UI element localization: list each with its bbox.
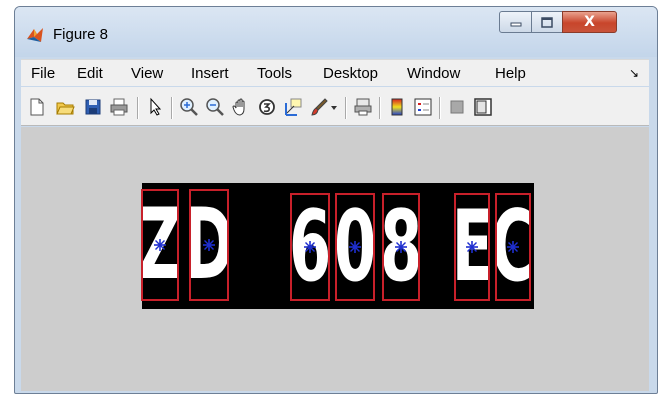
colorbar-icon[interactable] (387, 97, 407, 117)
figure-toolbar (21, 87, 649, 126)
title-bar[interactable]: Figure 8 X (15, 7, 657, 57)
menu-tools[interactable]: Tools (257, 65, 292, 82)
menu-overflow-icon[interactable]: ↘ (629, 66, 639, 80)
open-file-icon[interactable] (55, 97, 75, 117)
toolbar-separator (345, 97, 347, 119)
centroid-marker-icon (466, 241, 478, 253)
save-icon[interactable] (83, 97, 103, 117)
centroid-marker-icon (507, 241, 519, 253)
brush-icon[interactable] (309, 97, 329, 117)
centroid-marker-icon (395, 241, 407, 253)
license-plate-image: Z D 6 0 8 E C (141, 183, 534, 309)
menu-window[interactable]: Window (407, 65, 460, 82)
matlab-icon (27, 28, 43, 42)
window-title: Figure 8 (53, 26, 109, 43)
char-bounding-box: Z (141, 189, 179, 301)
print-icon[interactable] (109, 97, 129, 117)
new-figure-icon[interactable] (27, 97, 47, 117)
pointer-icon[interactable] (145, 97, 165, 117)
char-bounding-box: 8 (382, 193, 420, 301)
legend-icon[interactable] (413, 97, 433, 117)
close-button[interactable]: X (562, 11, 617, 33)
zoom-out-icon[interactable] (205, 97, 225, 117)
zoom-in-icon[interactable] (179, 97, 199, 117)
char-bounding-box: 0 (335, 193, 375, 301)
centroid-marker-icon (304, 241, 316, 253)
centroid-marker-icon (154, 239, 166, 251)
minimize-icon (510, 22, 521, 27)
menu-insert[interactable]: Insert (191, 65, 229, 82)
maximize-button[interactable] (531, 11, 563, 33)
figure-canvas[interactable]: Z D 6 0 8 E C (21, 127, 649, 391)
menu-file[interactable]: File (31, 65, 55, 82)
rotate-3d-icon[interactable] (257, 97, 277, 117)
minimize-button[interactable] (499, 11, 532, 33)
menu-edit[interactable]: Edit (77, 65, 103, 82)
centroid-marker-icon (203, 239, 215, 251)
show-plot-tools-icon[interactable] (473, 97, 493, 117)
menu-view[interactable]: View (131, 65, 163, 82)
link-plot-icon[interactable] (353, 97, 373, 117)
data-cursor-icon[interactable] (283, 97, 303, 117)
centroid-marker-icon (349, 241, 361, 253)
menu-help[interactable]: Help (495, 65, 526, 82)
toolbar-separator (137, 97, 139, 119)
maximize-icon (541, 16, 553, 28)
brush-dropdown-icon[interactable] (329, 97, 339, 117)
char-bounding-box: 6 (290, 193, 330, 301)
toolbar-separator (171, 97, 173, 119)
pan-icon[interactable] (231, 97, 251, 117)
figure-window: Figure 8 X File Edit View Insert Tools D… (14, 6, 658, 394)
char-bounding-box: C (495, 193, 531, 301)
close-icon: X (584, 14, 595, 30)
toolbar-separator (379, 97, 381, 119)
menu-desktop[interactable]: Desktop (323, 65, 378, 82)
char-bounding-box: D (189, 189, 229, 301)
menu-bar: File Edit View Insert Tools Desktop Wind… (21, 59, 649, 86)
toolbar-separator (439, 97, 441, 119)
hide-plot-tools-icon[interactable] (447, 97, 467, 117)
char-bounding-box: E (454, 193, 490, 301)
